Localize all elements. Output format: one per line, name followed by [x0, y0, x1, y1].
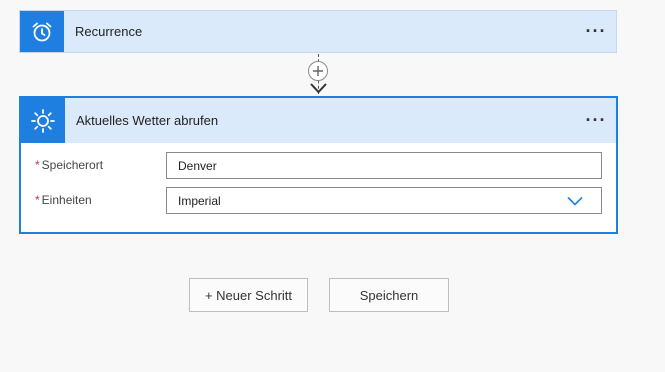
units-value: Imperial	[178, 193, 221, 208]
plus-icon	[313, 66, 323, 76]
recurrence-icon-box	[20, 11, 64, 52]
location-input[interactable]: Denver	[166, 152, 602, 179]
weather-icon-box	[21, 98, 65, 143]
required-marker: *	[35, 158, 40, 172]
required-marker: *	[35, 193, 40, 207]
weather-title: Aktuelles Wetter abrufen	[76, 113, 219, 128]
weather-more-button[interactable]: ···	[576, 98, 616, 143]
sun-icon	[31, 108, 55, 133]
location-label-text: Speicherort	[41, 158, 104, 172]
units-field-row: * Einheiten Imperial	[21, 187, 616, 215]
units-label-text: Einheiten	[41, 193, 92, 207]
new-step-button[interactable]: + Neuer Schritt	[189, 278, 308, 312]
recurrence-card[interactable]: Recurrence ···	[19, 10, 617, 53]
weather-header[interactable]: Aktuelles Wetter abrufen ···	[21, 98, 616, 143]
units-label: * Einheiten	[35, 193, 92, 207]
weather-card: Aktuelles Wetter abrufen ··· * Speicheror…	[19, 96, 618, 234]
location-value: Denver	[178, 158, 217, 173]
units-select[interactable]: Imperial	[166, 187, 602, 214]
arrow-down-icon	[310, 83, 327, 94]
insert-step-button[interactable]	[308, 61, 328, 81]
alarm-clock-icon	[32, 22, 52, 41]
chevron-down-icon	[567, 196, 583, 206]
recurrence-more-button[interactable]: ···	[576, 11, 616, 52]
save-button[interactable]: Speichern	[329, 278, 449, 312]
recurrence-title: Recurrence	[75, 24, 143, 39]
location-field-row: * Speicherort Denver	[21, 152, 616, 180]
location-label: * Speicherort	[35, 158, 103, 172]
